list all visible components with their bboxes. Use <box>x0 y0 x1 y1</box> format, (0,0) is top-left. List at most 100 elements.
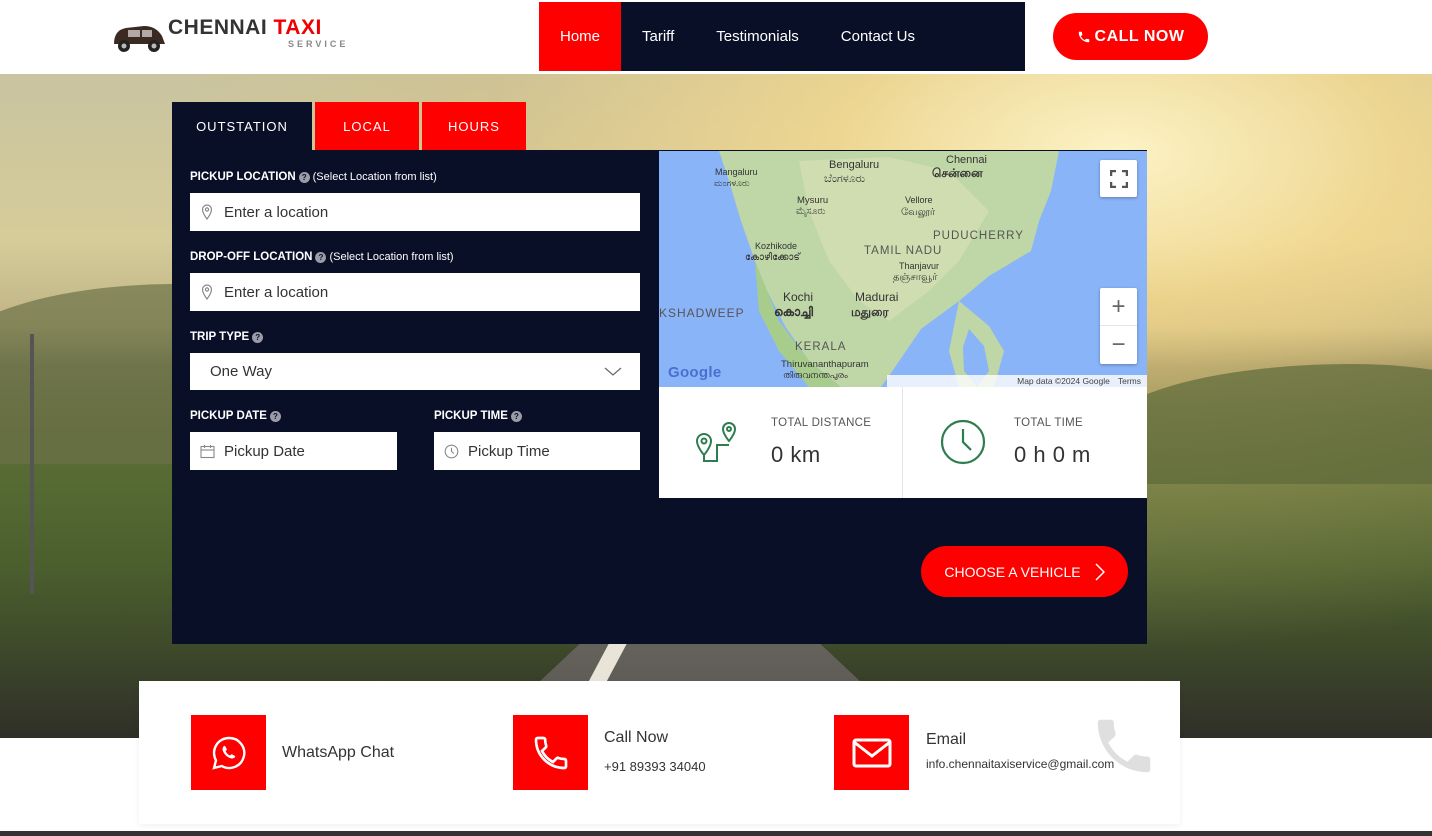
phone-icon <box>1078 31 1089 42</box>
svg-text:வேலூர்: வேலூர் <box>901 207 936 218</box>
call-now-tile[interactable] <box>513 715 588 790</box>
svg-text:തിരുവനന്തപുരം: തിരുവനന്തപുരം <box>783 370 848 381</box>
svg-text:Kochi: Kochi <box>783 290 813 304</box>
svg-text:Madurai: Madurai <box>855 290 898 304</box>
whatsapp-button[interactable] <box>191 715 266 790</box>
logo[interactable]: CHENNAI TAXI SERVICE <box>110 14 350 56</box>
help-icon[interactable]: ? <box>510 410 522 422</box>
choose-vehicle-button[interactable]: CHOOSE A VEHICLE <box>921 546 1128 597</box>
map-zoom-controls: + − <box>1100 288 1137 364</box>
whatsapp-icon <box>211 736 245 770</box>
svg-text:കൊച്ചി: കൊച്ചി <box>774 305 813 319</box>
svg-text:TAMIL NADU: TAMIL NADU <box>864 245 942 257</box>
svg-text:Chennai: Chennai <box>946 154 987 166</box>
zoom-out-button[interactable]: − <box>1100 326 1137 364</box>
svg-text:ಮಂಗಳೂರು: ಮಂಗಳೂರು <box>714 178 750 188</box>
total-distance-label: TOTAL DISTANCE <box>771 417 872 429</box>
contact-strip: WhatsApp Chat Call Now +91 89393 34040 E… <box>139 681 1180 824</box>
main-nav: Home Tariff Testimonials Contact Us <box>539 2 1025 71</box>
dropoff-location-label: DROP-OFF LOCATION ? (Select Location fro… <box>190 251 454 263</box>
map-fullscreen-button[interactable] <box>1100 160 1137 197</box>
nav-testimonials[interactable]: Testimonials <box>695 2 820 71</box>
help-icon[interactable]: ? <box>298 171 310 183</box>
tab-local[interactable]: LOCAL <box>315 102 419 150</box>
svg-text:Thiruvananthapuram: Thiruvananthapuram <box>781 359 869 370</box>
svg-text:ಮೈಸೂರು: ಮೈಸೂರು <box>796 206 826 217</box>
nav-home[interactable]: Home <box>539 2 622 71</box>
svg-text:KERALA: KERALA <box>795 341 846 353</box>
call-now-button[interactable]: CALL NOW <box>1053 13 1208 60</box>
help-icon[interactable]: ? <box>315 251 327 263</box>
help-icon[interactable]: ? <box>269 410 281 422</box>
svg-text:Vellore: Vellore <box>905 195 933 205</box>
help-icon[interactable]: ? <box>252 331 264 343</box>
svg-text:Mangaluru: Mangaluru <box>715 167 758 177</box>
location-pin-icon <box>190 204 224 220</box>
map-terms-link[interactable]: Terms <box>1118 376 1141 386</box>
pickup-time-input[interactable]: Pickup Time <box>434 432 640 470</box>
total-time-stat: TOTAL TIME 0 h 0 m <box>902 387 1145 498</box>
site-header: CHENNAI TAXI SERVICE Home Tariff Testimo… <box>0 0 1432 74</box>
email-address[interactable]: info.chennaitaxiservice@gmail.com <box>926 757 1114 771</box>
svg-text:PUDUCHERRY: PUDUCHERRY <box>933 230 1024 242</box>
call-now-title: Call Now <box>604 729 669 746</box>
calendar-icon <box>190 444 224 459</box>
svg-text:தஞ்சாவூர்: தஞ்சாவூர் <box>893 272 938 283</box>
svg-text:மதுரை: மதுரை <box>851 305 889 320</box>
pickup-time-label: PICKUP TIME ? <box>434 410 522 422</box>
svg-text:Mysuru: Mysuru <box>797 195 828 206</box>
trip-stats: TOTAL DISTANCE 0 km TOTAL TIME 0 h 0 m <box>659 387 1147 498</box>
total-distance-stat: TOTAL DISTANCE 0 km <box>659 387 902 498</box>
nav-contact-us[interactable]: Contact Us <box>820 2 936 71</box>
dropoff-location-input[interactable]: Enter a location <box>190 273 640 311</box>
total-time-value: 0 h 0 m <box>1014 442 1091 467</box>
map-canvas: Bengaluru ಬೆಂಗಳೂರು Chennai சென்னை Mangal… <box>659 151 1147 387</box>
svg-text:KSHADWEEP: KSHADWEEP <box>659 306 745 320</box>
tab-outstation[interactable]: OUTSTATION <box>172 102 312 150</box>
map-attribution-bar: Map data ©2024 Google Terms <box>887 375 1147 387</box>
clock-icon <box>940 419 986 465</box>
svg-text:சென்னை: சென்னை <box>932 166 983 180</box>
svg-text:Bengaluru: Bengaluru <box>829 159 879 171</box>
logo-text: CHENNAI TAXI <box>168 16 322 39</box>
trip-type-select[interactable]: One Way <box>190 353 640 390</box>
hill-right <box>1100 364 1432 484</box>
chevron-right-icon <box>1095 562 1105 581</box>
route-pins-icon <box>695 422 737 462</box>
svg-text:Thanjavur: Thanjavur <box>899 261 939 271</box>
chevron-down-icon <box>604 367 622 376</box>
svg-text:ಬೆಂಗಳೂರು: ಬೆಂಗಳೂರು <box>824 173 866 185</box>
call-now-label: CALL NOW <box>1094 27 1185 45</box>
pickup-date-input[interactable]: Pickup Date <box>190 432 397 470</box>
whatsapp-label[interactable]: WhatsApp Chat <box>282 744 394 762</box>
call-number[interactable]: +91 89393 34040 <box>604 759 706 774</box>
location-pin-icon <box>190 284 224 300</box>
trip-type-label: TRIP TYPE ? <box>190 331 264 343</box>
booking-tabs: OUTSTATION LOCAL HOURS <box>172 102 526 150</box>
zoom-in-button[interactable]: + <box>1100 288 1137 326</box>
taxi-car-icon <box>114 26 165 52</box>
route-map[interactable]: Bengaluru ಬೆಂಗಳೂರು Chennai சென்னை Mangal… <box>659 151 1147 387</box>
street-pole <box>30 334 34 594</box>
phone-watermark-icon <box>1097 719 1151 773</box>
phone-icon <box>534 736 567 769</box>
logo-tagline: SERVICE <box>288 39 349 49</box>
svg-text:Kozhikode: Kozhikode <box>755 241 797 251</box>
envelope-icon <box>852 738 891 767</box>
pickup-location-input[interactable]: Enter a location <box>190 193 640 231</box>
map-attribution: Map data ©2024 Google <box>1017 376 1110 386</box>
fullscreen-icon <box>1109 169 1128 188</box>
footer-bar <box>0 831 1432 836</box>
tab-hours[interactable]: HOURS <box>422 102 526 150</box>
choose-vehicle-label: CHOOSE A VEHICLE <box>944 563 1081 580</box>
email-title: Email <box>926 731 967 748</box>
total-distance-value: 0 km <box>771 442 821 467</box>
pickup-date-label: PICKUP DATE ? <box>190 410 281 422</box>
svg-text:കോഴിക്കോട്: കോഴിക്കോട് <box>745 251 802 263</box>
total-time-label: TOTAL TIME <box>1014 417 1084 429</box>
email-tile[interactable] <box>834 715 909 790</box>
pickup-location-label: PICKUP LOCATION ? (Select Location from … <box>190 171 437 183</box>
nav-tariff[interactable]: Tariff <box>621 2 695 71</box>
google-logo[interactable]: Google <box>668 364 721 381</box>
trip-type-value: One Way <box>210 363 272 380</box>
